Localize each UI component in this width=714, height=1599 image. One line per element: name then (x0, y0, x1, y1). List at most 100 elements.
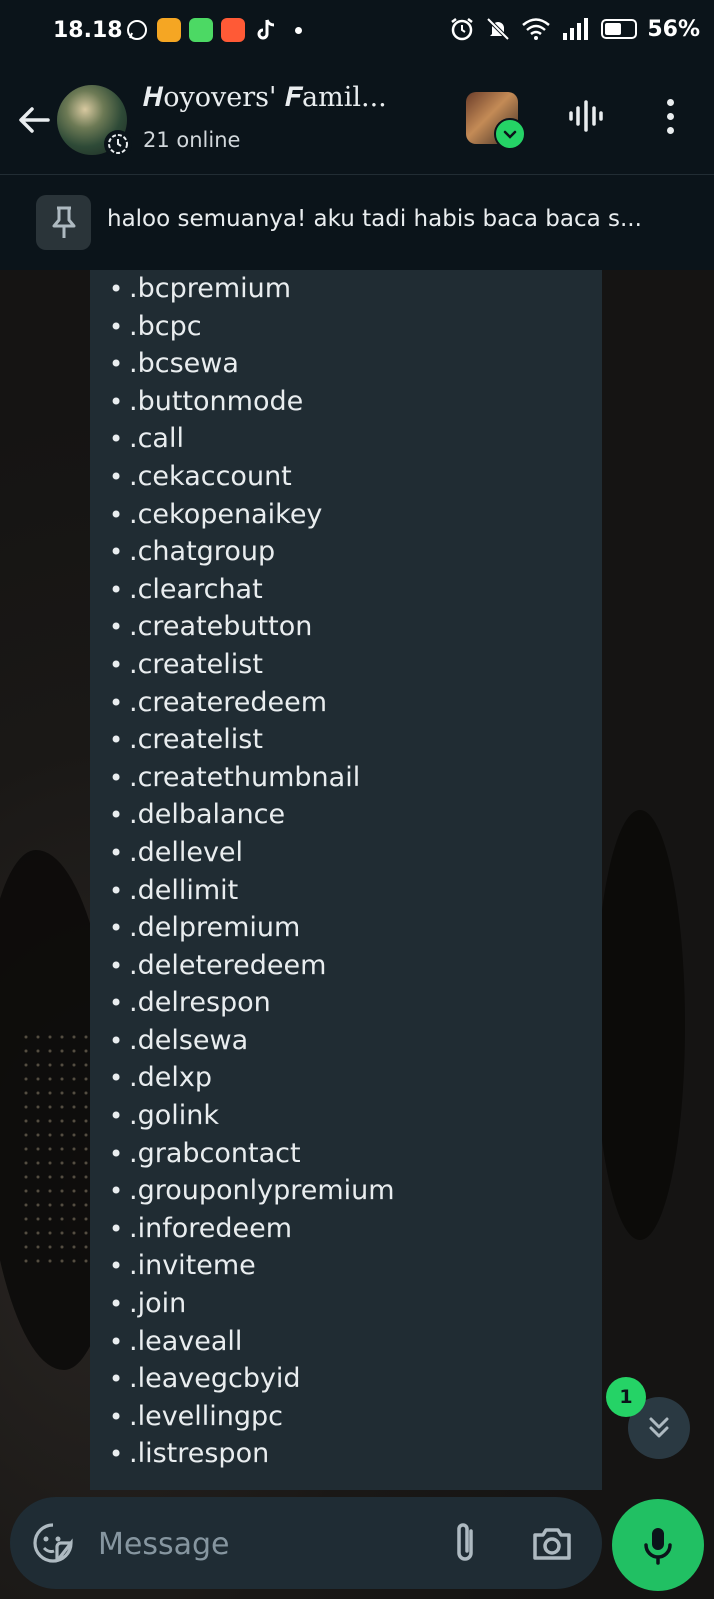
game-controller-icon (221, 18, 245, 42)
message-input[interactable] (96, 1523, 420, 1565)
command-item: • .createlist (109, 721, 395, 759)
command-item: • .bcpremium (109, 270, 395, 308)
command-text: .clearchat (129, 573, 263, 605)
chat-header: 𝑯oyovers' 𝑭amil... 21 online (0, 66, 714, 175)
command-item: • .delbalance (109, 796, 395, 834)
bullet: • (109, 951, 124, 980)
chat-title[interactable]: 𝑯oyovers' 𝑭amil... (143, 82, 448, 114)
command-text: .bcpremium (129, 273, 292, 304)
command-item: • .dellimit (109, 872, 395, 910)
bullet: • (109, 650, 124, 679)
back-button[interactable] (14, 100, 54, 140)
bullet: • (109, 1102, 124, 1131)
command-item: • .cekopenaikey (109, 496, 395, 534)
bullet: • (109, 1402, 124, 1431)
command-item: • .delpremium (109, 909, 395, 947)
bullet: • (109, 1327, 124, 1356)
bullet: • (109, 1214, 124, 1243)
unread-count-badge[interactable]: 1 (606, 1377, 646, 1417)
command-text: .createlist (129, 648, 263, 680)
bullet: • (109, 575, 124, 604)
command-text: .inforedeem (129, 1212, 293, 1244)
microphone-icon (644, 1528, 672, 1565)
bullet: • (109, 688, 124, 717)
voice-chat-button[interactable] (566, 96, 606, 136)
arrow-left-icon (19, 107, 50, 133)
signal-icon (563, 18, 589, 40)
command-item: • .delxp (109, 1059, 395, 1097)
command-item: • .grouponlypremium (109, 1172, 395, 1210)
command-text: .bcsewa (129, 348, 239, 380)
command-item: • .bcsewa (109, 345, 395, 383)
command-item: • .createredeem (109, 684, 395, 722)
bullet: • (109, 500, 124, 529)
bullet: • (109, 726, 124, 755)
more-options-button[interactable] (654, 96, 686, 136)
command-item: • .golink (109, 1097, 395, 1135)
command-text: .chatgroup (129, 536, 276, 568)
command-text: .delpremium (129, 912, 301, 944)
command-text: .createthumbnail (129, 761, 361, 793)
command-item: • .listrespon (109, 1435, 395, 1473)
command-text: .bcpc (129, 310, 202, 342)
tiktok-icon (253, 18, 277, 42)
command-item: • .delsewa (109, 1022, 395, 1060)
camera-icon[interactable] (530, 1521, 574, 1565)
command-item: • .inviteme (109, 1247, 395, 1285)
command-text: .delrespon (129, 987, 271, 1019)
chevron-down-icon[interactable] (494, 118, 526, 150)
bullet: • (109, 275, 124, 303)
command-item: • .createlist (109, 646, 395, 684)
bullet: • (109, 1064, 124, 1093)
command-item: • .createbutton (109, 608, 395, 646)
bullet: • (109, 876, 124, 905)
bullet: • (109, 350, 124, 379)
voice-message-button[interactable] (612, 1499, 704, 1591)
command-text: .grouponlypremium (129, 1175, 395, 1207)
command-text: .dellevel (129, 836, 244, 868)
command-item: • .dellevel (109, 834, 395, 872)
pinned-message-bar[interactable]: haloo semuanya! aku tadi habis baca baca… (0, 175, 714, 270)
command-item: • .levellingpc (109, 1398, 395, 1436)
command-item: • .chatgroup (109, 533, 395, 571)
message-bubble[interactable]: • .bcpremium • .bcpc • .bcsewa • .buttonmode • .c… (90, 270, 602, 1490)
bullet: • (109, 989, 124, 1018)
wifi-icon (522, 18, 551, 40)
bullet: • (109, 312, 124, 341)
command-text: .cekaccount (129, 460, 292, 492)
command-text: .createbutton (129, 611, 313, 643)
command-text: .leavegcbyid (129, 1363, 301, 1395)
command-item: • .leaveall (109, 1323, 395, 1361)
command-text: .delbalance (129, 799, 286, 831)
bullet: • (109, 914, 124, 943)
command-item: • .createthumbnail (109, 759, 395, 797)
wallpaper-shape (595, 810, 685, 1240)
command-item: • .clearchat (109, 571, 395, 609)
command-text: .golink (129, 1100, 219, 1132)
command-item: • .deleteredeem (109, 947, 395, 985)
notification-icons (125, 18, 302, 42)
online-count: 21 online (143, 128, 241, 152)
message-input-bar (10, 1497, 602, 1589)
command-item: • .leavegcbyid (109, 1360, 395, 1398)
command-item: • .grabcontact (109, 1135, 395, 1173)
command-item: • .delrespon (109, 984, 395, 1022)
paperclip-icon[interactable] (443, 1519, 487, 1567)
command-text: .grabcontact (129, 1137, 301, 1169)
app-icon-orange (157, 18, 181, 42)
command-item: • .join (109, 1285, 395, 1323)
command-text: .call (129, 423, 184, 455)
pin-icon (36, 195, 91, 250)
command-text: .buttonmode (129, 385, 304, 417)
disappearing-timer-icon (104, 130, 132, 158)
bullet: • (109, 763, 124, 792)
bullet: • (109, 1177, 124, 1206)
battery-icon (601, 19, 638, 39)
bullet: • (109, 1365, 124, 1394)
command-text: .dellimit (129, 874, 239, 906)
sticker-icon[interactable] (31, 1521, 75, 1565)
command-text: .cekopenaikey (129, 498, 323, 530)
command-text: .createredeem (129, 686, 328, 718)
command-text: .delsewa (129, 1024, 249, 1056)
command-item: • .call (109, 420, 395, 458)
